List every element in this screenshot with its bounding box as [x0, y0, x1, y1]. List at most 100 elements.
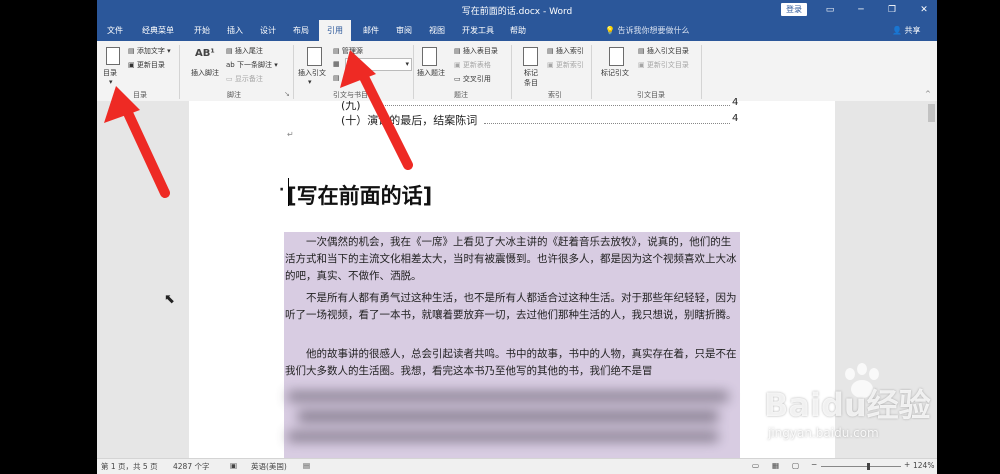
body-paragraph: 一次偶然的机会，我在《一席》上看见了大冰主讲的《赶着音乐去放牧》，说真的，他们的… [285, 236, 737, 282]
window-title: 写在前面的话.docx - Word [461, 7, 573, 17]
insert-index-label: 插入索引 [555, 47, 584, 55]
manage-sources-button[interactable]: ▤ 管理源 [333, 46, 363, 56]
mouse-pointer-icon: ⬉ [164, 292, 175, 307]
tab-classic-menu[interactable]: 经典菜单 [142, 25, 174, 36]
proofing-icon[interactable]: ▣ [230, 461, 237, 470]
insert-citation-button[interactable]: 插入引文 [298, 68, 326, 78]
mark-entry-icon [523, 47, 538, 66]
tab-layout[interactable]: 布局 [293, 25, 309, 36]
toc-leader [378, 105, 730, 106]
manage-sources-label: 管理源 [341, 47, 363, 55]
insert-table-of-figures-button[interactable]: ▤ 插入表目录 [454, 46, 498, 56]
update-table-icon: ▣ [454, 61, 463, 69]
group-label-toc: 目录 [133, 91, 147, 99]
toc-entry: (十）演讲的最后，结案陈词 [341, 112, 477, 128]
next-footnote-icon: ab [226, 61, 237, 69]
show-notes-icon: ▭ [226, 75, 235, 83]
body-paragraph: 他的故事讲的很感人，总会引起读者共鸣。书中的故事，书中的人物，真实存在着，只是不… [285, 348, 737, 377]
insert-footnote-button[interactable]: 插入脚注 [191, 68, 219, 78]
chevron-down-icon[interactable]: ▾ [109, 78, 113, 86]
watermark: Baidu经验 jingyan.baidu.com [764, 362, 964, 462]
tab-file[interactable]: 文件 [107, 25, 123, 36]
read-mode-icon[interactable]: ▭ [752, 461, 759, 470]
zoom-slider[interactable] [821, 466, 901, 467]
mark-citation-button[interactable]: 标记引文 [601, 68, 629, 78]
text-cursor [288, 178, 289, 206]
insert-endnote-label: 插入尾注 [234, 47, 263, 55]
add-text-button[interactable]: ▤ 添加文字 ▾ [128, 46, 171, 56]
scrollbar-thumb[interactable] [928, 104, 935, 122]
update-table-label: 更新表格 [462, 61, 491, 69]
macro-icon[interactable]: ▤ [303, 461, 310, 470]
mark-citation-icon [609, 47, 624, 66]
tab-review[interactable]: 审阅 [396, 25, 412, 36]
collapse-ribbon-icon[interactable]: ^ [925, 90, 931, 98]
style-select-value: APA [349, 60, 363, 68]
ribbon-display-icon[interactable]: ▭ [823, 3, 837, 17]
print-layout-icon[interactable]: ▦ [772, 461, 779, 470]
style-select[interactable]: APA ▾ [345, 58, 412, 71]
mark-entry-button[interactable]: 标记条目 [521, 68, 541, 88]
update-index-button[interactable]: ▣ 更新索引 [547, 60, 584, 70]
group-divider [413, 45, 414, 99]
tab-home[interactable]: 开始 [194, 25, 210, 36]
restore-icon[interactable]: ❐ [885, 3, 899, 17]
group-label-authorities: 引文目录 [637, 91, 665, 99]
bibliography-icon[interactable]: ▤ [333, 74, 340, 82]
share-button[interactable]: 👤 共享 [892, 25, 921, 36]
web-layout-icon[interactable]: ▢ [792, 461, 799, 470]
insert-endnote-button[interactable]: ▤ 插入尾注 [226, 46, 263, 56]
insert-toa-icon: ▤ [638, 47, 647, 55]
zoom-level[interactable]: 124% [913, 461, 934, 470]
toc-leader [484, 123, 730, 124]
tab-help[interactable]: 帮助 [510, 25, 526, 36]
minimize-icon[interactable]: ─ [854, 3, 868, 17]
update-table-of-authorities-button[interactable]: ▣ 更新引文目录 [638, 60, 689, 70]
manage-sources-icon: ▤ [333, 47, 342, 55]
cross-reference-icon: ▭ [454, 75, 463, 83]
person-icon: 👤 [892, 26, 902, 35]
chevron-down-icon: ▾ [405, 60, 409, 68]
close-icon[interactable]: ✕ [917, 3, 931, 17]
insert-citation-icon [307, 47, 322, 66]
word-count[interactable]: 4287 个字 [173, 461, 209, 472]
insert-toa-label: 插入引文目录 [646, 47, 689, 55]
group-divider [179, 45, 180, 99]
insert-table-of-authorities-button[interactable]: ▤ 插入引文目录 [638, 46, 689, 56]
body-paragraph: 不是所有人都有勇气过这种生活，也不是所有人都适合过这种生活。对于那些年纪轻轻，因… [285, 292, 737, 321]
update-table-button[interactable]: ▣ 更新表格 [454, 60, 491, 70]
dialog-launcher-icon[interactable]: ↘ [284, 90, 290, 98]
toc-page-number: 4 [732, 97, 739, 108]
insert-caption-button[interactable]: 插入题注 [417, 68, 445, 78]
cross-reference-button[interactable]: ▭ 交叉引用 [454, 74, 491, 84]
tab-view[interactable]: 视图 [429, 25, 445, 36]
language-indicator[interactable]: 英语(美国) [251, 461, 287, 472]
show-notes-button[interactable]: ▭ 显示备注 [226, 74, 263, 84]
tab-design[interactable]: 设计 [260, 25, 276, 36]
tell-me-search[interactable]: 💡 告诉我你想要做什么 [605, 25, 690, 36]
toc-button[interactable]: 目录 [103, 68, 117, 78]
insert-index-button[interactable]: ▤ 插入索引 [547, 46, 584, 56]
update-toc-label: 更新目录 [136, 61, 165, 69]
next-footnote-button[interactable]: ab 下一条脚注 ▾ [226, 60, 278, 70]
show-notes-label: 显示备注 [234, 75, 263, 83]
page-count[interactable]: 第 1 页，共 5 页 [101, 461, 158, 472]
tab-mailings[interactable]: 邮件 [363, 25, 379, 36]
update-toc-button[interactable]: ▣ 更新目录 [128, 60, 165, 70]
zoom-slider-thumb[interactable] [867, 463, 870, 470]
table-of-figures-label: 插入表目录 [462, 47, 498, 55]
tell-me-label: 告诉我你想要做什么 [617, 26, 690, 35]
tab-developer[interactable]: 开发工具 [462, 25, 494, 36]
group-divider [591, 45, 592, 99]
group-divider [511, 45, 512, 99]
tab-references[interactable]: 引用 [319, 20, 351, 41]
bullet-mark: · [279, 182, 285, 198]
lightbulb-icon: 💡 [605, 26, 615, 35]
toc-entry-text: (十）演讲的最后，结案陈词 [341, 114, 478, 127]
toc-icon [106, 47, 120, 65]
login-button[interactable]: 登录 [781, 3, 807, 16]
chevron-down-icon[interactable]: ▾ [308, 78, 312, 86]
tab-insert[interactable]: 插入 [227, 25, 243, 36]
cross-reference-label: 交叉引用 [462, 75, 491, 83]
group-label-captions: 题注 [454, 91, 468, 99]
